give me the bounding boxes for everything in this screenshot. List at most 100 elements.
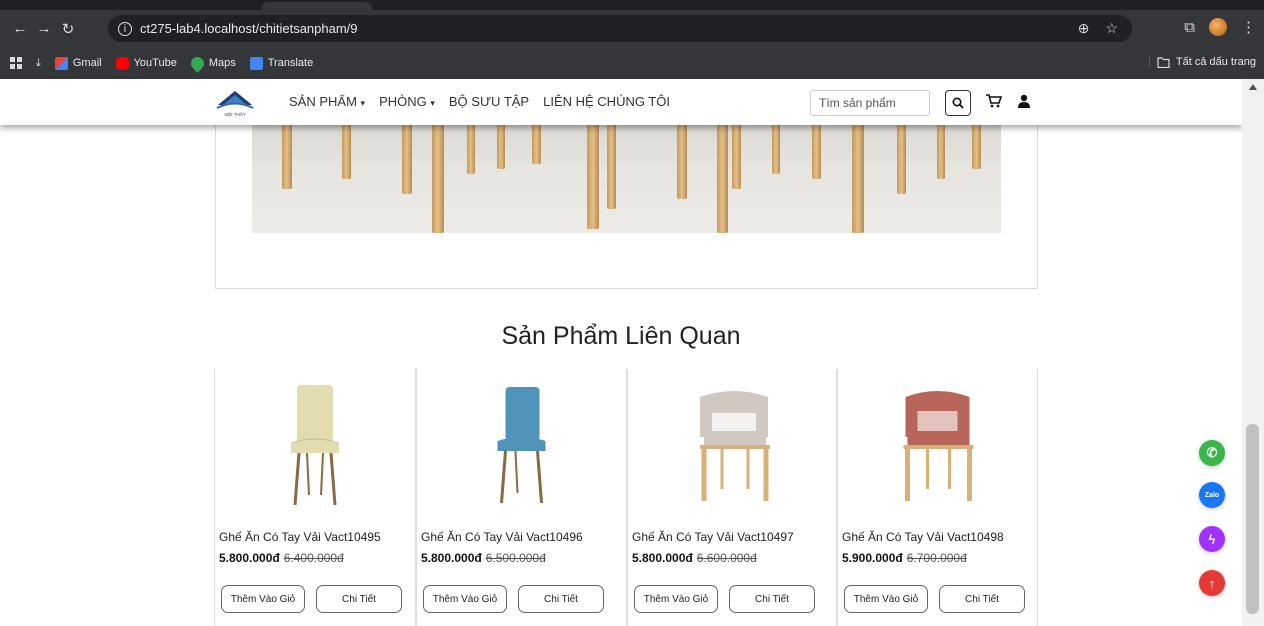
add-to-cart-button[interactable]: Thêm Vào Giỏ <box>221 585 305 613</box>
chair-leg <box>467 119 475 174</box>
product-hero-image <box>252 119 1001 233</box>
folder-icon <box>1157 56 1170 68</box>
download-icon[interactable]: ⤓ <box>36 57 41 70</box>
chair-leg <box>972 119 981 169</box>
product-card: Ghế Ăn Có Tay Vải Vact10496 5.800.000đ 6.5… <box>416 369 627 626</box>
scrollbar-thumb[interactable] <box>1246 424 1259 614</box>
add-to-cart-button[interactable]: Thêm Vào Giỏ <box>423 585 507 613</box>
sale-price: 5.800.000đ <box>219 551 280 565</box>
bookmark-youtube[interactable]: YouTube <box>115 56 177 70</box>
detail-button[interactable]: Chi Tiết <box>518 585 604 613</box>
detail-button[interactable]: Chi Tiết <box>316 585 402 613</box>
chair-leg <box>432 119 444 233</box>
active-tab[interactable] <box>262 2 372 10</box>
related-products-title: Sản Phẩm Liên Quan <box>501 322 741 350</box>
bookmark-gmail[interactable]: Gmail <box>54 56 102 70</box>
sale-price: 5.900.000đ <box>842 551 903 565</box>
bookmark-maps[interactable]: Maps <box>188 53 236 73</box>
tab-strip <box>0 0 1264 10</box>
chair-leg <box>937 119 945 179</box>
page-scrollbar[interactable] <box>1242 79 1264 626</box>
chair-leg <box>772 119 780 174</box>
back-icon[interactable]: ← <box>8 20 32 37</box>
original-price: 6.400.000đ <box>283 551 344 565</box>
scroll-top-icon[interactable]: ↑ <box>1199 570 1225 596</box>
messenger-icon[interactable]: ϟ <box>1199 526 1225 552</box>
bookmarks-bar: ⤓ Gmail YouTube Maps Translate | Tất cả … <box>0 47 1264 79</box>
product-name[interactable]: Ghế Ăn Có Tay Vải Vact10495 <box>219 530 381 544</box>
chair-leg <box>852 119 864 233</box>
menu-lien-he[interactable]: LIÊN HỆ CHÚNG TÔI <box>543 94 670 109</box>
original-price: 6.600.000đ <box>696 551 757 565</box>
menu-san-pham[interactable]: SẢN PHẨM ▾ <box>289 94 365 109</box>
product-image[interactable] <box>628 377 836 517</box>
chair-leg <box>402 119 412 194</box>
menu-bo-suu-tap[interactable]: BỘ SƯU TẬP <box>449 94 529 109</box>
phone-icon[interactable]: ✆ <box>1199 440 1225 466</box>
product-card: Ghế Ăn Có Tay Vải Vact10495 5.800.000đ 6.4… <box>214 369 416 626</box>
url-text[interactable]: ct275-lab4.localhost/chitietsanpham/9 <box>140 21 358 36</box>
logo-text: NỘI THẤT <box>225 111 246 117</box>
product-price: 5.800.000đ 6.500.000đ <box>421 551 546 565</box>
search-button[interactable] <box>945 90 971 116</box>
chair-leg <box>587 119 599 229</box>
original-price: 6.700.000đ <box>906 551 967 565</box>
apps-icon[interactable] <box>10 57 22 69</box>
detail-button[interactable]: Chi Tiết <box>729 585 815 613</box>
product-image[interactable] <box>215 377 415 517</box>
chair-leg <box>497 119 505 169</box>
search-input[interactable]: Tìm sản phẩm <box>810 90 930 116</box>
chair-leg <box>812 119 821 179</box>
product-price: 5.900.000đ 6.700.000đ <box>842 551 967 565</box>
reload-icon[interactable]: ↻ <box>56 20 80 38</box>
product-name[interactable]: Ghế Ăn Có Tay Vải Vact10496 <box>421 530 583 544</box>
maps-icon <box>188 53 207 73</box>
search-icon <box>952 97 964 109</box>
main-menu: SẢN PHẨM ▾ PHÒNG ▾ BỘ SƯU TẬP LIÊN HỆ CH… <box>289 94 670 109</box>
chair-leg <box>342 119 351 179</box>
bookmark-star-icon[interactable]: ☆ <box>1105 20 1118 37</box>
product-card: Ghế Ăn Có Tay Vải Vact10497 5.800.000đ 6.6… <box>627 369 837 626</box>
site-navbar: NỘI THẤT SẢN PHẨM ▾ PHÒNG ▾ BỘ SƯU TẬP L… <box>0 79 1242 125</box>
zoom-icon[interactable]: ⊕ <box>1078 20 1090 37</box>
sale-price: 5.800.000đ <box>421 551 482 565</box>
caret-down-icon: ▾ <box>360 98 366 108</box>
address-bar[interactable]: i ct275-lab4.localhost/chitietsanpham/9 … <box>108 15 1132 42</box>
product-price: 5.800.000đ 6.600.000đ <box>632 551 757 565</box>
add-to-cart-button[interactable]: Thêm Vào Giỏ <box>634 585 718 613</box>
chair-leg <box>897 119 906 194</box>
user-icon[interactable] <box>1018 94 1030 108</box>
chair-leg <box>732 119 741 189</box>
site-logo[interactable]: NỘI THẤT <box>214 85 256 119</box>
site-info-icon[interactable]: i <box>118 21 132 36</box>
original-price: 6.500.000đ <box>485 551 546 565</box>
menu-kebab-icon[interactable]: ⋮ <box>1241 18 1256 36</box>
product-image[interactable] <box>417 377 626 517</box>
sale-price: 5.800.000đ <box>632 551 693 565</box>
product-image[interactable] <box>838 377 1037 517</box>
all-bookmarks[interactable]: | Tất cả dấu trang <box>1148 56 1256 68</box>
chair-leg <box>717 119 728 233</box>
gmail-icon <box>54 56 68 70</box>
cart-icon[interactable] <box>986 94 1002 108</box>
menu-phong[interactable]: PHÒNG ▾ <box>379 94 435 109</box>
bookmark-translate[interactable]: Translate <box>249 56 313 70</box>
scroll-up-icon[interactable] <box>1249 84 1257 90</box>
product-name[interactable]: Ghế Ăn Có Tay Vải Vact10498 <box>842 530 1004 544</box>
zalo-icon[interactable]: Zalo <box>1199 482 1225 508</box>
add-to-cart-button[interactable]: Thêm Vào Giỏ <box>844 585 928 613</box>
product-name[interactable]: Ghế Ăn Có Tay Vải Vact10497 <box>632 530 794 544</box>
forward-icon[interactable]: → <box>32 20 56 37</box>
browser-toolbar: ← → ↻ i ct275-lab4.localhost/chitietsanp… <box>0 10 1264 47</box>
product-card: Ghế Ăn Có Tay Vải Vact10498 5.900.000đ 6.7… <box>837 369 1038 626</box>
detail-button[interactable]: Chi Tiết <box>939 585 1025 613</box>
extensions-icon[interactable]: ⧉ <box>1184 19 1195 36</box>
chair-leg <box>532 119 541 164</box>
chair-leg <box>282 119 292 189</box>
chair-leg <box>607 119 616 209</box>
product-price: 5.800.000đ 6.400.000đ <box>219 551 344 565</box>
profile-avatar[interactable] <box>1209 18 1227 36</box>
related-products-grid: Ghế Ăn Có Tay Vải Vact10495 5.800.000đ 6.4… <box>214 369 1038 626</box>
youtube-icon <box>115 56 129 70</box>
caret-down-icon: ▾ <box>430 98 435 108</box>
